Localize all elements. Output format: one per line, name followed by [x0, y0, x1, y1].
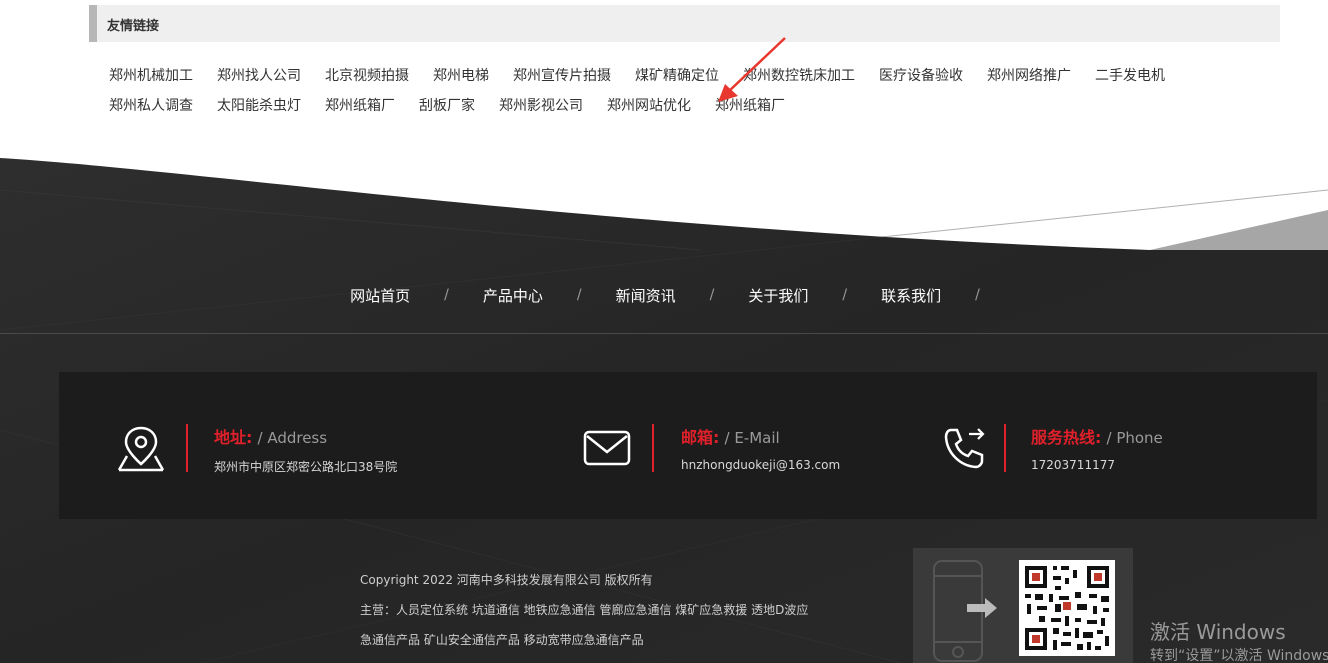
- email-label: 邮箱: / E-Mail: [681, 424, 780, 448]
- email-value[interactable]: hnzhongduokeji@163.com: [681, 458, 840, 472]
- nav-contact[interactable]: 联系我们: [863, 285, 959, 306]
- email-label-cn: 邮箱:: [681, 428, 720, 447]
- nav-separator: /: [842, 287, 848, 303]
- windows-activation-watermark: 激活 Windows 转到“设置”以激活 Windows: [1150, 620, 1328, 663]
- contact-info-box: 地址: / Address 郑州市中原区郑密公路北口38号院 邮箱: / E-M…: [59, 372, 1317, 519]
- nav-separator: /: [576, 287, 582, 303]
- footer-nav: 网站首页 / 产品中心 / 新闻资讯 / 关于我们 / 联系我们 /: [0, 278, 1328, 312]
- address-label: 地址: / Address: [214, 424, 327, 448]
- location-pin-icon: [117, 426, 165, 472]
- contact-divider: [652, 424, 654, 472]
- contact-phone: 服务热线: / Phone 17203711177: [899, 372, 1317, 519]
- copyright-block: Copyright 2022 河南中多科技发展有限公司 版权所有 主营：人员定位…: [360, 565, 808, 655]
- contact-divider: [1004, 424, 1006, 472]
- phone-value[interactable]: 17203711177: [1031, 458, 1115, 472]
- nav-divider: [0, 333, 1328, 334]
- phone-label: 服务热线: / Phone: [1031, 424, 1163, 448]
- nav-products[interactable]: 产品中心: [465, 285, 561, 306]
- contact-address: 地址: / Address 郑州市中原区郑密公路北口38号院: [59, 372, 479, 519]
- address-label-cn: 地址:: [214, 428, 253, 447]
- nav-separator: /: [444, 287, 449, 303]
- nav-separator: /: [709, 287, 715, 303]
- nav-about[interactable]: 关于我们: [730, 285, 826, 306]
- business-scope-line-2: 急通信产品 矿山安全通信产品 移动宽带应急通信产品: [360, 633, 644, 647]
- arrow-right-icon: [967, 598, 997, 618]
- contact-email: 邮箱: / E-Mail hnzhongduokeji@163.com: [519, 372, 919, 519]
- windows-watermark-line-2: 转到“设置”以激活 Windows: [1150, 648, 1328, 663]
- windows-watermark-line-1: 激活 Windows: [1150, 620, 1286, 644]
- phone-label-cn: 服务热线:: [1031, 428, 1102, 447]
- qr-code: [1019, 560, 1115, 656]
- phone-icon: [944, 428, 985, 469]
- business-scope-line-1: 主营：人员定位系统 坑道通信 地铁应急通信 管廊应急通信 煤矿应急救援 透地D波…: [360, 603, 809, 617]
- copyright-text: Copyright 2022 河南中多科技发展有限公司 版权所有: [360, 573, 653, 587]
- nav-home[interactable]: 网站首页: [332, 285, 428, 306]
- address-label-en: / Address: [257, 429, 328, 447]
- nav-news[interactable]: 新闻资讯: [598, 285, 694, 306]
- email-label-en: / E-Mail: [724, 429, 780, 447]
- phone-label-en: / Phone: [1106, 429, 1163, 447]
- contact-divider: [186, 424, 188, 472]
- address-value: 郑州市中原区郑密公路北口38号院: [214, 460, 398, 474]
- nav-separator: /: [975, 287, 980, 303]
- envelope-icon: [583, 430, 631, 466]
